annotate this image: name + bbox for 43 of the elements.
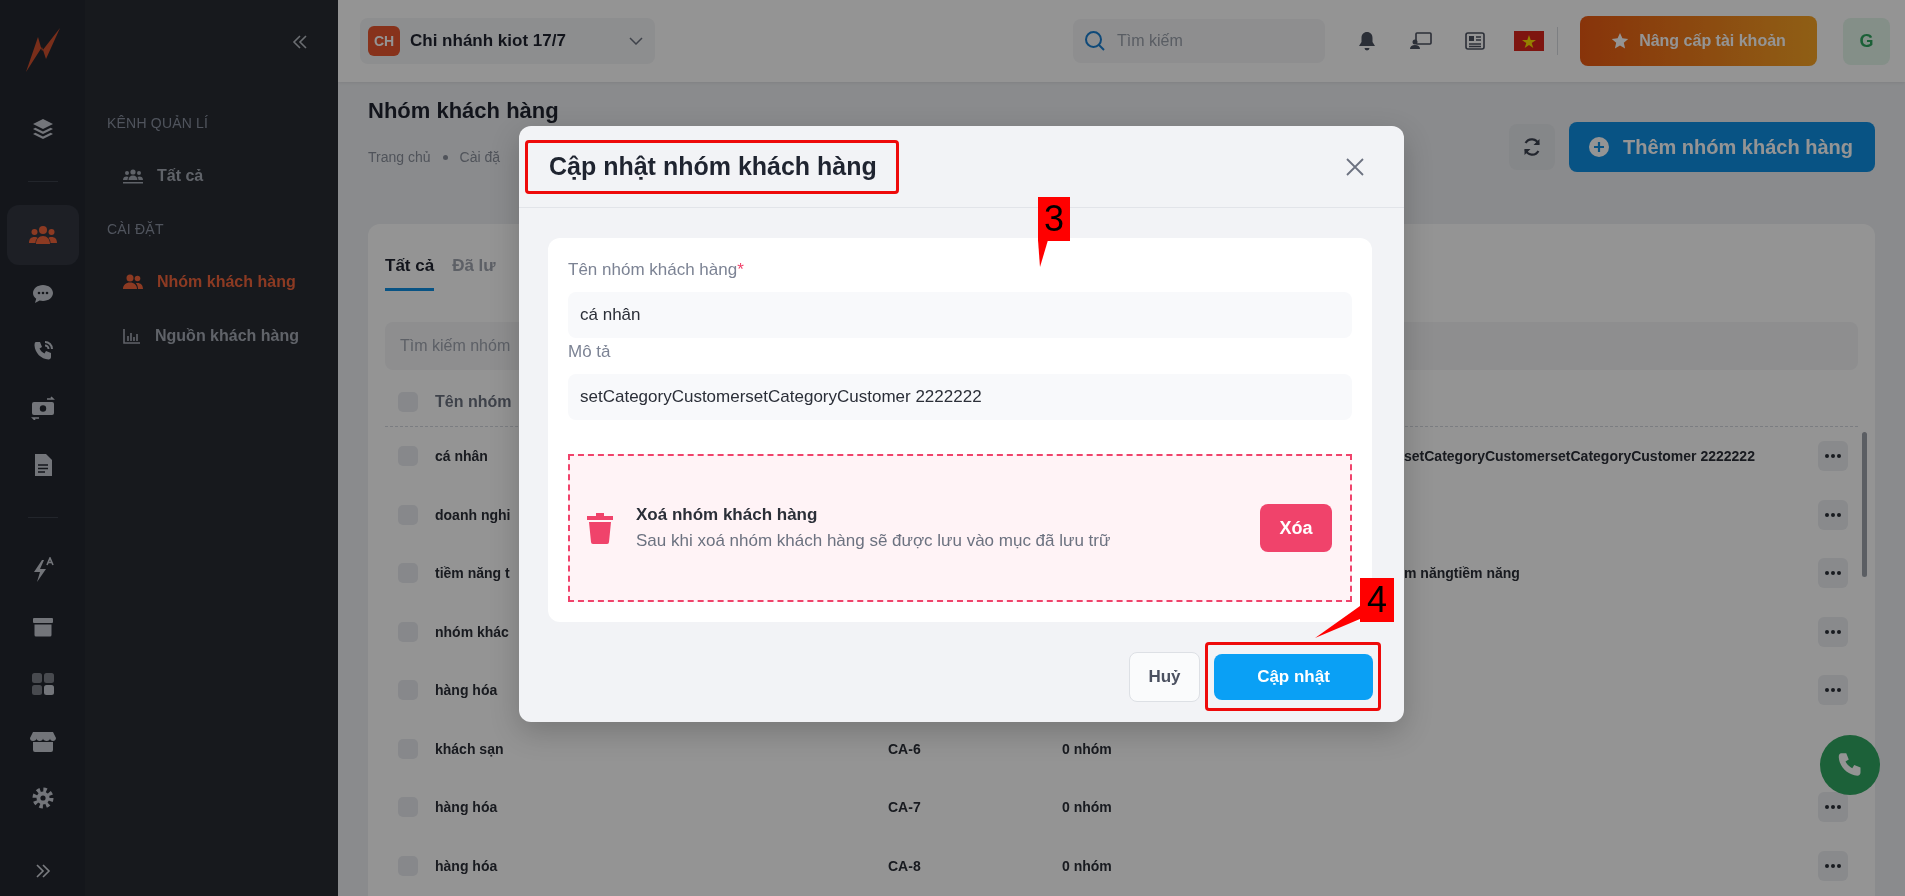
input-field[interactable]: cá nhân xyxy=(568,292,1352,338)
table-cell: CA-7 xyxy=(888,799,921,816)
field-label: Tên nhóm khách hàng* xyxy=(568,260,745,280)
table-cell: 0 nhóm xyxy=(1062,740,1112,757)
sidebar-item[interactable]: Nguồn khách hàng xyxy=(107,327,338,345)
table-cell: m năngtiềm năng xyxy=(1404,565,1520,582)
upgrade-button[interactable]: Nâng cấp tài khoản xyxy=(1580,16,1817,66)
table-cell: CA-8 xyxy=(888,857,921,874)
table-cell: cá nhân xyxy=(435,448,488,465)
sidebar-item[interactable]: Nhóm khách hàng xyxy=(107,273,338,291)
breadcrumb-link[interactable]: Trang chủ xyxy=(368,148,431,166)
avatar[interactable]: G xyxy=(1843,17,1890,65)
table-cell: 0 nhóm xyxy=(1062,799,1112,816)
table-cell: hàng hóa xyxy=(435,857,498,874)
table-cell: 0 nhóm xyxy=(1062,857,1112,874)
table-cell: doanh nghi xyxy=(435,506,511,523)
section-title: KÊNH QUẢN LÍ xyxy=(107,115,210,131)
callout-badge: 3 xyxy=(1038,197,1070,241)
field-label: Mô tả xyxy=(568,342,612,362)
section-title: CÀI ĐẶT xyxy=(107,221,165,237)
sidebar-item[interactable]: Tất cả xyxy=(107,167,338,185)
tab[interactable]: Tất cả xyxy=(385,254,435,291)
table-cell: hàng hóa xyxy=(435,682,498,699)
danger-title: Xoá nhóm khách hàng xyxy=(636,505,819,525)
table-cell: tiềm năng t xyxy=(435,565,510,582)
callout-badge: 4 xyxy=(1360,578,1394,622)
submit-button[interactable]: Cập nhật xyxy=(1214,654,1373,700)
breadcrumb-item: Cài đặ xyxy=(459,148,500,166)
table-cell: nhóm khác xyxy=(435,623,509,640)
branch-selector[interactable]: CH Chi nhánh kiot 17/7 xyxy=(360,18,655,64)
dialog-title: Cập nhật nhóm khách hàng xyxy=(549,152,877,181)
table-cell: hàng hóa xyxy=(435,799,498,816)
input-field[interactable]: setCategoryCustomersetCategoryCustomer 2222222 xyxy=(568,374,1352,420)
branch-badge: CH xyxy=(368,26,400,56)
column-header: Tên nhóm xyxy=(435,392,512,411)
table-cell: CA-6 xyxy=(888,740,921,757)
cancel-button[interactable]: Huỷ xyxy=(1129,652,1200,702)
danger-description: Sau khi xoá nhóm khách hàng sẽ được lưu vào mục đã lưu trữ xyxy=(636,531,1111,551)
add-group-button[interactable]: Thêm nhóm khách hàng xyxy=(1568,122,1875,172)
table-cell: setCategoryCustomersetCategoryCustomer 2222222 xyxy=(1404,448,1755,465)
page-title: Nhóm khách hàng xyxy=(368,98,559,124)
table-cell: khách sạn xyxy=(435,740,504,757)
delete-button[interactable]: Xóa xyxy=(1260,504,1332,552)
